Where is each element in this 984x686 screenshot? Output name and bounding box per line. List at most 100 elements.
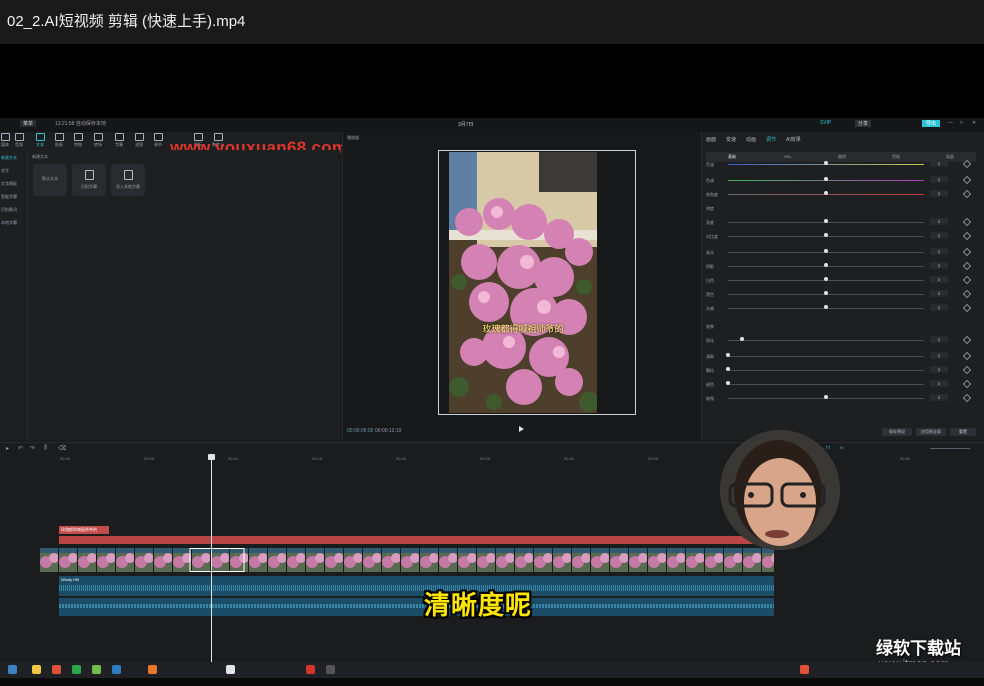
keyframe-icon[interactable] xyxy=(962,303,972,313)
slider-value[interactable]: 0 xyxy=(930,190,948,197)
slider-value[interactable]: 0 xyxy=(930,380,948,387)
playhead[interactable] xyxy=(208,454,215,662)
export-button[interactable]: 导出 xyxy=(922,120,941,127)
keyframe-icon[interactable] xyxy=(962,393,972,403)
slider-knob[interactable] xyxy=(824,161,828,165)
slider-knob[interactable] xyxy=(824,277,828,281)
nav-fancy-text[interactable]: 花字 xyxy=(1,168,9,174)
share-button[interactable]: 分享 xyxy=(855,120,872,127)
toolbar-adjust[interactable]: 调节 xyxy=(150,133,166,148)
keyframe-icon[interactable] xyxy=(962,231,972,241)
nav-lyrics[interactable]: 识别歌词 xyxy=(1,207,17,213)
start-icon[interactable] xyxy=(8,665,17,674)
keyframe-icon[interactable] xyxy=(962,247,972,257)
slider-knob[interactable] xyxy=(824,249,828,253)
voice-track[interactable] xyxy=(59,598,774,616)
caption-track[interactable] xyxy=(59,536,774,544)
save-preset-button[interactable]: 保存预设 xyxy=(882,428,912,436)
keyframe-icon[interactable] xyxy=(962,275,972,285)
keyframe-icon[interactable] xyxy=(962,365,972,375)
nav-smart-caption[interactable]: 智能字幕 xyxy=(1,194,17,200)
folder-icon[interactable] xyxy=(32,665,41,674)
nav-text-template[interactable]: 文字模板 xyxy=(1,181,17,187)
terminal-icon[interactable] xyxy=(326,665,335,674)
app-icon[interactable] xyxy=(148,665,157,674)
canvas-frame[interactable]: 玫瑰都得喊祖师爷的 xyxy=(438,150,636,415)
toolbar-audio[interactable]: 音频 xyxy=(11,133,27,148)
slider-knob[interactable] xyxy=(824,191,828,195)
keyframe-icon[interactable] xyxy=(962,189,972,199)
slider-track[interactable] xyxy=(728,384,924,385)
apply-all-button[interactable]: 应用到全部 xyxy=(916,428,946,436)
split-icon[interactable]: ⫼ xyxy=(44,445,47,452)
slider-knob[interactable] xyxy=(824,291,828,295)
slider-knob[interactable] xyxy=(824,219,828,223)
music-track[interactable]: Windy Hill xyxy=(59,576,774,596)
slider-knob[interactable] xyxy=(726,353,730,357)
record-icon[interactable] xyxy=(306,665,315,674)
keyframe-icon[interactable] xyxy=(962,351,972,361)
main-video-track[interactable] xyxy=(40,548,774,572)
recognize-caption-card[interactable]: 识别字幕 xyxy=(72,164,106,196)
text-track-clip[interactable]: 玫瑰都得喊祖师爷的 xyxy=(59,526,109,534)
slider-value[interactable]: 0 xyxy=(930,232,948,239)
keyframe-icon[interactable] xyxy=(962,217,972,227)
import-caption-card[interactable]: 导入本地字幕 xyxy=(111,164,145,196)
tab-adjust[interactable]: 调节 xyxy=(766,136,776,143)
slider-knob[interactable] xyxy=(824,177,828,181)
subtab-hsl[interactable]: HSL xyxy=(784,154,792,159)
toolbar-text[interactable]: 文本 xyxy=(32,133,48,148)
chat-icon[interactable] xyxy=(72,665,81,674)
slider-knob[interactable] xyxy=(824,395,828,399)
keyframe-icon[interactable] xyxy=(962,159,972,169)
slider-value[interactable]: 0 xyxy=(930,176,948,183)
close-icon[interactable]: ✕ xyxy=(972,120,976,126)
keyframe-icon[interactable] xyxy=(962,379,972,389)
slider-value[interactable]: 0 xyxy=(930,336,948,343)
keyframe-icon[interactable] xyxy=(962,175,972,185)
slider-track[interactable] xyxy=(728,370,924,371)
minimize-icon[interactable]: — xyxy=(948,120,953,126)
tab-animation[interactable]: 动画 xyxy=(746,136,756,143)
slider-value[interactable]: 0 xyxy=(930,366,948,373)
menu-button[interactable]: 菜单 xyxy=(20,120,37,127)
toolbar-caption[interactable]: 字幕 xyxy=(111,133,127,148)
slider-value[interactable]: 0 xyxy=(930,276,948,283)
keyframe-icon[interactable] xyxy=(962,289,972,299)
slider-value[interactable]: 0 xyxy=(930,160,948,167)
slider-value[interactable]: 0 xyxy=(930,248,948,255)
link-icon[interactable]: ∞ xyxy=(840,445,844,451)
maximize-icon[interactable]: □ xyxy=(960,120,963,126)
tray-icon[interactable] xyxy=(800,665,809,674)
wechat-icon[interactable] xyxy=(92,665,101,674)
slider-knob[interactable] xyxy=(726,381,730,385)
play-icon[interactable] xyxy=(519,426,524,432)
slider-value[interactable]: 0 xyxy=(930,352,948,359)
browser-icon[interactable] xyxy=(52,665,61,674)
slider-track[interactable] xyxy=(728,340,924,341)
toolbar-transition[interactable]: 转场 xyxy=(90,133,106,148)
keyframe-icon[interactable] xyxy=(962,261,972,271)
nav-new-text[interactable]: 新建文本 xyxy=(1,155,17,161)
toolbar-sticker[interactable]: 贴纸 xyxy=(51,133,67,148)
delete-icon[interactable]: ⌫ xyxy=(58,445,66,452)
slider-value[interactable]: 0 xyxy=(930,218,948,225)
redo-icon[interactable]: ↷ xyxy=(30,445,35,452)
tab-ai-effects[interactable]: AI效果 xyxy=(786,136,801,143)
keyframe-icon[interactable] xyxy=(962,335,972,345)
slider-track[interactable] xyxy=(728,356,924,357)
toolbar-filter[interactable]: 滤镜 xyxy=(131,133,147,148)
slider-knob[interactable] xyxy=(739,337,744,341)
capcut-icon[interactable] xyxy=(226,665,235,674)
edge-icon[interactable] xyxy=(112,665,121,674)
slider-value[interactable]: 0 xyxy=(930,290,948,297)
undo-icon[interactable]: ↶ xyxy=(18,445,23,452)
toolbar-effects[interactable]: 特效 xyxy=(70,133,86,148)
select-tool-icon[interactable]: ▸ xyxy=(6,445,9,452)
magnet-icon[interactable]: ⊓ xyxy=(826,445,830,451)
default-text-card[interactable]: 默认文本 xyxy=(33,164,67,196)
tab-speed[interactable]: 变速 xyxy=(726,136,736,143)
slider-knob[interactable] xyxy=(824,233,828,237)
nav-local-caption[interactable]: 本地字幕 xyxy=(1,220,17,226)
slider-knob[interactable] xyxy=(824,305,828,309)
